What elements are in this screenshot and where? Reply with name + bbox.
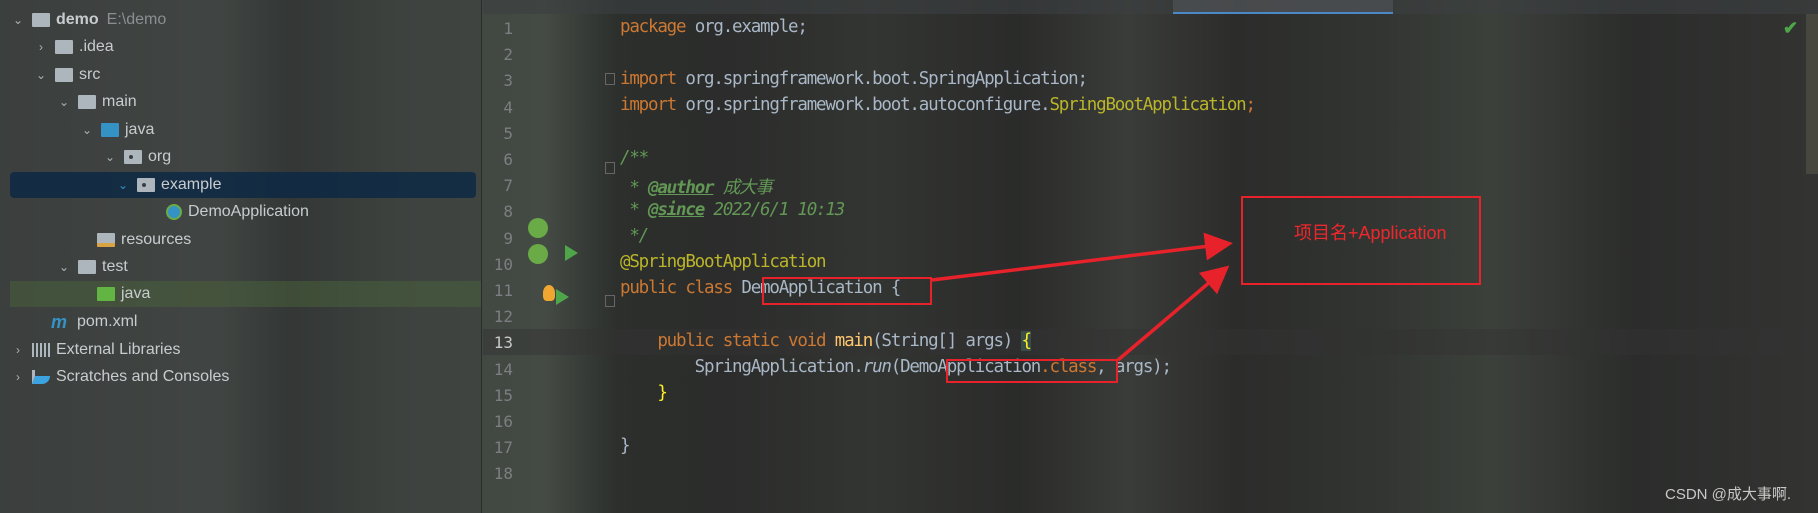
csdn-watermark: CSDN @成大事啊. (1665, 486, 1792, 503)
arrow-from-class-name (931, 232, 1233, 282)
annotation-arrows (931, 232, 1233, 362)
arrow-from-run-argument (1116, 265, 1230, 362)
